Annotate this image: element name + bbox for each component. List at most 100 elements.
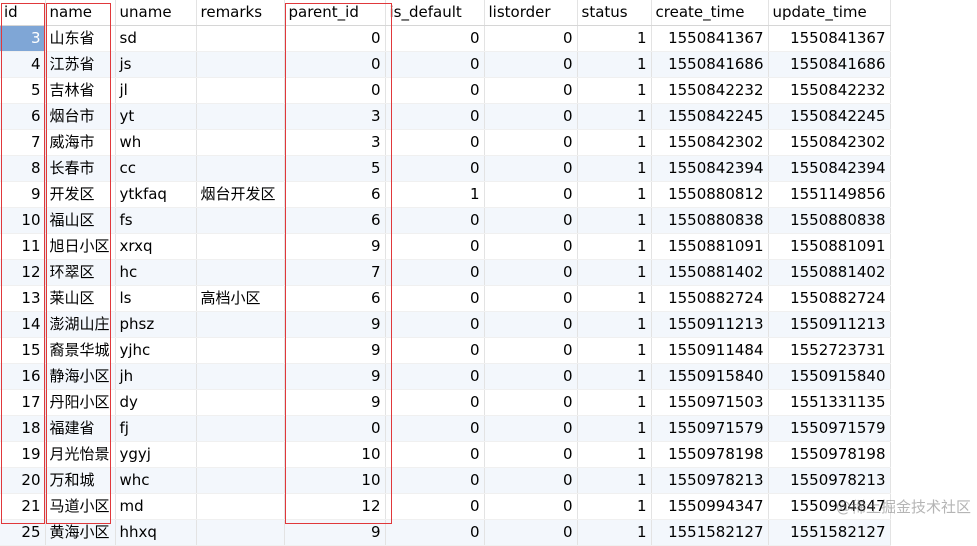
cell-create-time[interactable]: 1550881402: [651, 259, 769, 286]
cell-name[interactable]: 旭日小区: [45, 233, 116, 260]
column-header-listorder[interactable]: listorder: [484, 0, 578, 26]
cell-update-time[interactable]: 1552723731: [768, 337, 891, 364]
cell-uname[interactable]: hhxq: [115, 519, 197, 546]
cell-status[interactable]: 1: [577, 389, 652, 416]
cell-remarks[interactable]: [196, 441, 285, 468]
cell-is-default[interactable]: 0: [385, 77, 485, 104]
cell-listorder[interactable]: 0: [484, 25, 578, 52]
cell-create-time[interactable]: 1550971579: [651, 415, 769, 442]
cell-is-default[interactable]: 0: [385, 363, 485, 390]
cell-id[interactable]: 8: [0, 155, 46, 182]
cell-listorder[interactable]: 0: [484, 415, 578, 442]
cell-update-time[interactable]: 1550842394: [768, 155, 891, 182]
table-row[interactable]: 25 黄海小区 hhxq 9 0 0 1 1551582127 1551582127: [0, 519, 891, 546]
cell-name[interactable]: 烟台市: [45, 103, 116, 130]
cell-uname[interactable]: phsz: [115, 311, 197, 338]
table-row[interactable]: 19 月光怡景 ygyj 10 0 0 1 1550978198 1550978198: [0, 441, 891, 468]
cell-listorder[interactable]: 0: [484, 285, 578, 312]
cell-name[interactable]: 丹阳小区: [45, 389, 116, 416]
cell-is-default[interactable]: 0: [385, 311, 485, 338]
cell-name[interactable]: 澎湖山庄: [45, 311, 116, 338]
cell-parent-id[interactable]: 3: [284, 103, 386, 130]
column-header-uname[interactable]: uname: [115, 0, 197, 26]
cell-id[interactable]: 11: [0, 233, 46, 260]
table-row[interactable]: 10 福山区 fs 6 0 0 1 1550880838 1550880838: [0, 207, 891, 234]
cell-create-time[interactable]: 1550841367: [651, 25, 769, 52]
cell-name[interactable]: 吉林省: [45, 77, 116, 104]
cell-parent-id[interactable]: 9: [284, 389, 386, 416]
cell-id[interactable]: 20: [0, 467, 46, 494]
cell-id[interactable]: 5: [0, 77, 46, 104]
cell-create-time[interactable]: 1551582127: [651, 519, 769, 546]
cell-uname[interactable]: ls: [115, 285, 197, 312]
column-header-remarks[interactable]: remarks: [196, 0, 285, 26]
cell-is-default[interactable]: 0: [385, 259, 485, 286]
cell-name[interactable]: 莱山区: [45, 285, 116, 312]
cell-remarks[interactable]: [196, 415, 285, 442]
cell-listorder[interactable]: 0: [484, 181, 578, 208]
cell-uname[interactable]: wh: [115, 129, 197, 156]
cell-name[interactable]: 黄海小区: [45, 519, 116, 546]
cell-update-time[interactable]: 1550841686: [768, 51, 891, 78]
cell-remarks[interactable]: 高档小区: [196, 285, 285, 312]
cell-parent-id[interactable]: 9: [284, 311, 386, 338]
cell-create-time[interactable]: 1550842394: [651, 155, 769, 182]
cell-parent-id[interactable]: 12: [284, 493, 386, 520]
cell-status[interactable]: 1: [577, 77, 652, 104]
cell-update-time[interactable]: 1550841367: [768, 25, 891, 52]
cell-id[interactable]: 12: [0, 259, 46, 286]
cell-name[interactable]: 开发区: [45, 181, 116, 208]
cell-create-time[interactable]: 1550882724: [651, 285, 769, 312]
cell-parent-id[interactable]: 10: [284, 441, 386, 468]
cell-name[interactable]: 威海市: [45, 129, 116, 156]
cell-is-default[interactable]: 1: [385, 181, 485, 208]
cell-remarks[interactable]: [196, 129, 285, 156]
cell-uname[interactable]: md: [115, 493, 197, 520]
table-row[interactable]: 18 福建省 fj 0 0 0 1 1550971579 1550971579: [0, 415, 891, 442]
cell-listorder[interactable]: 0: [484, 363, 578, 390]
cell-id[interactable]: 25: [0, 519, 46, 546]
cell-parent-id[interactable]: 9: [284, 337, 386, 364]
column-header-status[interactable]: status: [577, 0, 652, 26]
cell-is-default[interactable]: 0: [385, 51, 485, 78]
cell-is-default[interactable]: 0: [385, 25, 485, 52]
cell-remarks[interactable]: [196, 363, 285, 390]
table-row[interactable]: 15 裔景华城 yjhc 9 0 0 1 1550911484 1552723731: [0, 337, 891, 364]
cell-create-time[interactable]: 1550911213: [651, 311, 769, 338]
table-row[interactable]: 13 莱山区 ls 高档小区 6 0 0 1 1550882724 1550882724: [0, 285, 891, 312]
cell-status[interactable]: 1: [577, 519, 652, 546]
cell-is-default[interactable]: 0: [385, 337, 485, 364]
cell-uname[interactable]: hc: [115, 259, 197, 286]
cell-create-time[interactable]: 1550915840: [651, 363, 769, 390]
cell-id[interactable]: 13: [0, 285, 46, 312]
cell-parent-id[interactable]: 0: [284, 415, 386, 442]
cell-parent-id[interactable]: 6: [284, 207, 386, 234]
cell-status[interactable]: 1: [577, 155, 652, 182]
cell-listorder[interactable]: 0: [484, 441, 578, 468]
cell-update-time[interactable]: 1550978213: [768, 467, 891, 494]
table-row[interactable]: 5 吉林省 jl 0 0 0 1 1550842232 1550842232: [0, 77, 891, 104]
cell-uname[interactable]: cc: [115, 155, 197, 182]
cell-name[interactable]: 福建省: [45, 415, 116, 442]
cell-name[interactable]: 马道小区: [45, 493, 116, 520]
cell-remarks[interactable]: [196, 155, 285, 182]
cell-listorder[interactable]: 0: [484, 519, 578, 546]
cell-remarks[interactable]: [196, 337, 285, 364]
table-row[interactable]: 6 烟台市 yt 3 0 0 1 1550842245 1550842245: [0, 103, 891, 130]
cell-is-default[interactable]: 0: [385, 493, 485, 520]
cell-uname[interactable]: jl: [115, 77, 197, 104]
cell-create-time[interactable]: 1550978213: [651, 467, 769, 494]
cell-status[interactable]: 1: [577, 129, 652, 156]
cell-id[interactable]: 16: [0, 363, 46, 390]
cell-listorder[interactable]: 0: [484, 233, 578, 260]
cell-uname[interactable]: jh: [115, 363, 197, 390]
cell-remarks[interactable]: [196, 207, 285, 234]
cell-name[interactable]: 裔景华城: [45, 337, 116, 364]
cell-update-time[interactable]: 1550881402: [768, 259, 891, 286]
cell-status[interactable]: 1: [577, 311, 652, 338]
cell-status[interactable]: 1: [577, 363, 652, 390]
cell-create-time[interactable]: 1550978198: [651, 441, 769, 468]
cell-create-time[interactable]: 1550880838: [651, 207, 769, 234]
cell-update-time[interactable]: 1550971579: [768, 415, 891, 442]
cell-remarks[interactable]: [196, 77, 285, 104]
